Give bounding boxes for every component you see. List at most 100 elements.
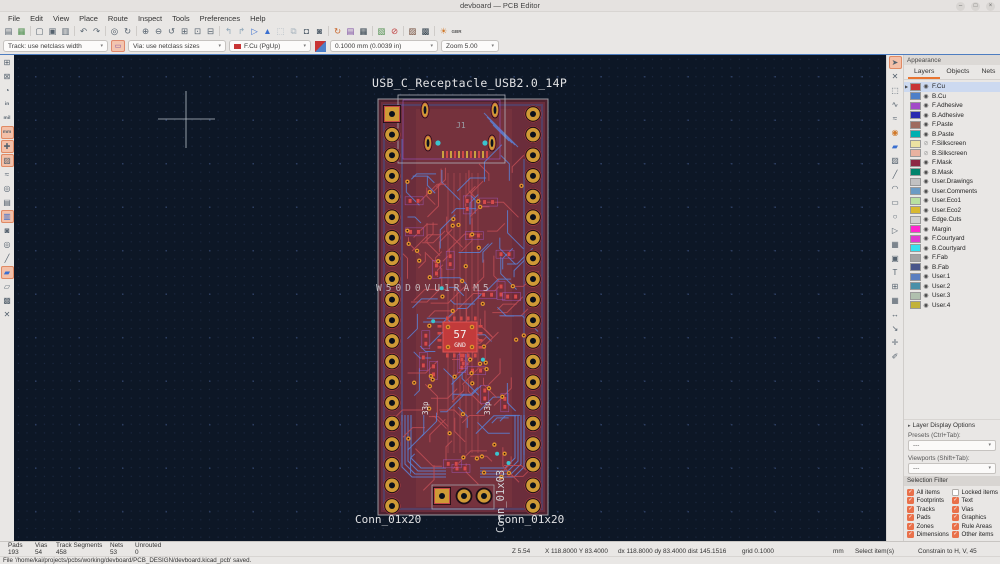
through-hole-pad[interactable] — [524, 311, 542, 329]
eye-icon[interactable]: ◉ — [923, 226, 930, 233]
through-hole-pad[interactable] — [383, 146, 401, 164]
sketch-vias-icon[interactable]: ◎ — [1, 238, 14, 251]
schematic-editor-icon[interactable]: ▤ — [344, 25, 357, 37]
local-ratsnest-icon[interactable]: ✕ — [889, 70, 902, 83]
through-hole-pad[interactable] — [383, 126, 401, 144]
layer-row-edge.cuts[interactable]: ◉ Edge.Cuts — [904, 215, 1000, 225]
drc-icon[interactable]: ▨ — [406, 25, 419, 37]
refresh-icon[interactable]: ↻ — [121, 25, 134, 37]
layer-color-swatch[interactable] — [910, 282, 921, 291]
layer-color-swatch[interactable] — [910, 82, 921, 91]
add-dimension-icon[interactable]: ↔ — [889, 308, 902, 321]
menu-edit[interactable]: Edit — [25, 14, 48, 23]
save-icon[interactable]: ▤ — [2, 25, 15, 37]
add-text-icon[interactable]: T — [889, 266, 902, 279]
checkbox-checked-icon[interactable]: ✓ — [907, 522, 914, 530]
through-hole-pad[interactable] — [524, 187, 542, 206]
add-table-icon[interactable]: ▦ — [889, 294, 902, 307]
filter-tracks[interactable]: ✓ Tracks — [907, 505, 952, 513]
through-hole-pad[interactable] — [524, 146, 542, 164]
zone-fill-icon[interactable]: ▰ — [0, 266, 14, 279]
through-hole-pad[interactable] — [383, 105, 401, 123]
select-tool-icon[interactable]: ➤ — [888, 56, 902, 69]
through-hole-pad[interactable] — [524, 249, 542, 268]
through-hole-pad[interactable] — [524, 456, 542, 474]
layer-row-user.eco1[interactable]: ◉ User.Eco1 — [904, 196, 1000, 206]
add-textbox-icon[interactable]: ⊞ — [889, 280, 902, 293]
checkbox-checked-icon[interactable]: ✓ — [952, 497, 960, 504]
add-footprint-icon[interactable]: ⬚ — [889, 84, 902, 97]
zoom-redraw-icon[interactable]: ↺ — [165, 25, 178, 37]
through-hole-pad[interactable] — [383, 229, 401, 247]
checkbox-checked-icon[interactable]: ✓ — [907, 505, 914, 513]
through-hole-pad[interactable] — [524, 414, 542, 433]
page-settings-icon[interactable]: ▢ — [33, 25, 46, 37]
layer-color-swatch[interactable] — [910, 149, 921, 158]
layer-color-swatch[interactable] — [910, 177, 921, 186]
zoom-fit-icon[interactable]: ⊞ — [178, 25, 191, 37]
filter-graphics[interactable]: ✓ Graphics — [952, 514, 998, 521]
print-icon[interactable]: ▣ — [46, 25, 59, 37]
draw-circle-icon[interactable]: ○ — [889, 210, 902, 223]
layer-color-swatch[interactable] — [910, 253, 921, 262]
eye-icon[interactable]: ◉ — [923, 207, 930, 214]
gerber-viewer-icon[interactable]: GBR — [450, 25, 463, 37]
layer-row-f.courtyard[interactable]: ◉ F.Courtyard — [904, 234, 1000, 244]
menu-route[interactable]: Route — [103, 14, 133, 23]
layer-row-user.drawings[interactable]: ◉ User.Drawings — [904, 177, 1000, 187]
checkbox-checked-icon[interactable]: ✓ — [907, 531, 914, 538]
via-size-dropdown[interactable]: Via: use netclass sizes ▾ — [128, 40, 226, 52]
layer-row-f.adhesive[interactable]: ◉ F.Adhesive — [904, 101, 1000, 111]
drawing-sheet-icon[interactable]: ▤ — [1, 196, 14, 209]
checkbox-unchecked-icon[interactable] — [952, 488, 960, 496]
through-hole-pad[interactable] — [524, 270, 542, 288]
zone-outline-icon[interactable]: ▱ — [1, 280, 14, 293]
eye-icon[interactable]: ◉ — [923, 169, 930, 176]
draw-polygon-icon[interactable]: ▷ — [889, 224, 902, 237]
layer-row-f.cu[interactable]: ◉F.Cu — [904, 82, 1000, 92]
layer-color-swatch[interactable] — [910, 101, 921, 110]
eye-icon[interactable]: ◉ — [923, 197, 930, 204]
layer-selector-dropdown[interactable]: F.Cu (PgUp) ▾ — [229, 40, 311, 52]
layer-color-swatch[interactable] — [910, 301, 921, 310]
polar-coords-icon[interactable]: ◔ — [1, 84, 14, 97]
filter-locked-items[interactable]: Locked items — [952, 488, 998, 496]
units-mm-icon[interactable]: mm — [0, 126, 14, 139]
add-leader-icon[interactable]: ↘ — [889, 322, 902, 335]
checkbox-checked-icon[interactable]: ✓ — [952, 505, 960, 513]
layer-row-margin[interactable]: ◉ Margin — [904, 225, 1000, 235]
units-inches-icon[interactable]: in — [1, 98, 14, 111]
draw-rectangle-icon[interactable]: ▭ — [889, 196, 902, 209]
layer-row-user.comments[interactable]: ◉ User.Comments — [904, 187, 1000, 197]
layer-color-swatch[interactable] — [910, 139, 921, 148]
eye-icon[interactable]: ◉ — [923, 302, 930, 309]
grid-origin-icon[interactable]: ✛ — [889, 336, 902, 349]
filter-zones[interactable]: ✓ Zones — [907, 522, 952, 530]
menu-view[interactable]: View — [48, 14, 74, 23]
through-hole-pad[interactable] — [524, 291, 542, 309]
track-width-dropdown[interactable]: Track: use netclass width ▾ — [3, 40, 108, 52]
grid-dropdown[interactable]: 0.1000 mm (0.0039 in) ▾ — [330, 40, 438, 52]
add-rule-area-icon[interactable]: ▨ — [889, 154, 902, 167]
layer-color-swatch[interactable] — [910, 120, 921, 129]
menu-inspect[interactable]: Inspect — [133, 14, 167, 23]
layer-row-f.fab[interactable]: ◉ F.Fab — [904, 253, 1000, 263]
zoom-selection-icon[interactable]: ⊟ — [204, 25, 217, 37]
filter-vias[interactable]: ✓ Vias — [952, 505, 998, 513]
layer-row-user.2[interactable]: ◉ User.2 — [904, 282, 1000, 292]
through-hole-pad[interactable] — [524, 497, 542, 515]
checkbox-checked-icon[interactable]: ✓ — [952, 514, 960, 521]
eye-hidden-icon[interactable]: ⊘ — [923, 140, 930, 147]
layer-color-swatch[interactable] — [910, 196, 921, 205]
mcu-footprint[interactable]: 57 GND — [437, 316, 483, 358]
layer-row-user.eco2[interactable]: ◉ User.Eco2 — [904, 206, 1000, 216]
route-diff-pairs-icon[interactable]: ≈ — [889, 112, 902, 125]
layer-row-b.adhesive[interactable]: ◉ B.Adhesive — [904, 111, 1000, 121]
dim-inactive-layers-icon[interactable]: ▩ — [1, 294, 14, 307]
appearance-manager-icon[interactable]: ▥ — [0, 210, 14, 223]
update-pcb-icon[interactable]: ↻ — [331, 25, 344, 37]
eye-icon[interactable]: ◉ — [923, 273, 930, 280]
through-hole-pad[interactable] — [524, 167, 542, 185]
through-hole-pad[interactable] — [383, 311, 401, 329]
layer-row-user.1[interactable]: ◉ User.1 — [904, 272, 1000, 282]
